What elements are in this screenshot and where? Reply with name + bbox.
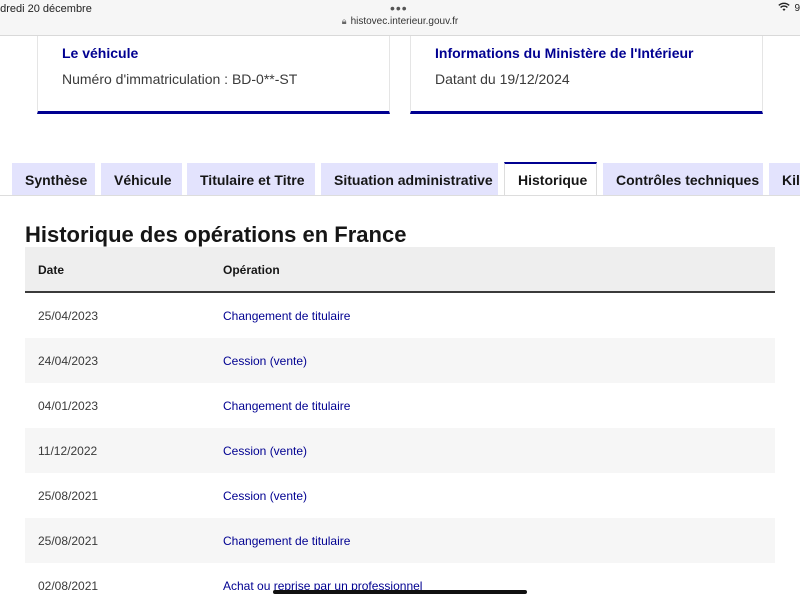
row-date: 25/08/2021 [38,534,99,548]
history-panel: Historique des opérations en France Date… [0,195,800,608]
table-row: 25/08/2021 Cession (vente) [25,473,775,518]
table-row: 25/08/2021 Changement de titulaire [25,518,775,563]
row-operation: Cession (vente) [223,444,308,458]
table-row: 11/12/2022 Cession (vente) [25,428,775,473]
browser-status-bar: ndredi 20 décembre ••• 🔒︎ histovec.interi… [0,0,800,36]
wifi-icon [778,2,790,15]
column-header-operation: Opération [223,263,280,277]
battery-level: 9 [794,3,800,14]
row-date: 25/04/2023 [38,309,99,323]
tab-situation-administrative[interactable]: Situation administrative [321,163,498,196]
vehicle-card-title: Le véhicule [62,45,139,61]
row-date: 25/08/2021 [38,489,99,503]
url-text: histovec.interieur.gouv.fr [350,16,459,27]
home-indicator[interactable] [273,590,527,594]
table-row: 04/01/2023 Changement de titulaire [25,383,775,428]
row-date: 24/04/2023 [38,354,99,368]
ministry-info-card: Informations du Ministère de l'Intérieur… [410,36,763,114]
table-row: 24/04/2023 Cession (vente) [25,338,775,383]
tab-synthese[interactable]: Synthèse [12,163,95,196]
tab-historique[interactable]: Historique [504,162,597,196]
row-date: 11/12/2022 [38,444,98,458]
history-title: Historique des opérations en France [25,222,407,247]
row-operation: Changement de titulaire [223,399,351,413]
tab-controles-techniques[interactable]: Contrôles techniques [603,163,763,196]
row-operation: Cession (vente) [223,354,308,368]
tab-titulaire-titre[interactable]: Titulaire et Titre [187,163,315,196]
table-row: 25/04/2023 Changement de titulaire [25,293,775,338]
address-bar[interactable]: 🔒︎ histovec.interieur.gouv.fr [0,16,800,27]
tab-vehicule[interactable]: Véhicule [101,163,182,196]
row-operation: Cession (vente) [223,489,308,503]
table-header: Date Opération [25,247,775,293]
table-body: 25/04/2023 Changement de titulaire 24/04… [25,293,775,608]
row-date: 02/08/2021 [38,579,99,593]
section-tabs: Synthèse Véhicule Titulaire et Titre Sit… [0,162,800,196]
registration-number: Numéro d'immatriculation : BD-0**-ST [62,71,298,87]
tab-options-icon[interactable]: ••• [390,0,408,16]
history-table: Date Opération 25/04/2023 Changement de … [25,247,775,608]
data-date: Datant du 19/12/2024 [435,71,570,87]
row-operation: Changement de titulaire [223,309,351,323]
lock-icon: 🔒︎ [341,16,347,26]
table-row: 02/08/2021 Achat ou reprise par un profe… [25,563,775,608]
ministry-card-title: Informations du Ministère de l'Intérieur [435,45,694,61]
row-operation: Changement de titulaire [223,534,351,548]
vehicle-card: Le véhicule Numéro d'immatriculation : B… [37,36,390,114]
status-date: ndredi 20 décembre [0,3,92,15]
column-header-date: Date [38,263,65,277]
tab-kilometrage[interactable]: Kilo [769,163,800,196]
row-date: 04/01/2023 [38,399,99,413]
